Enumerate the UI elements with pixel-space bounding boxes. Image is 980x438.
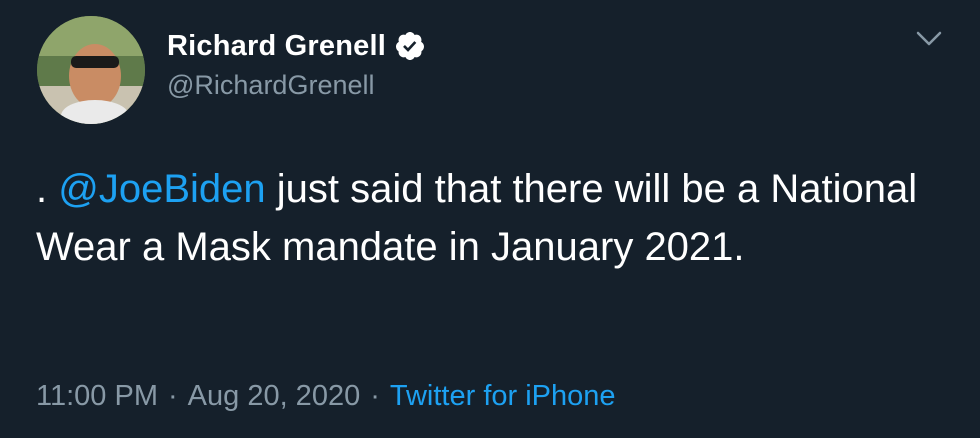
- tweet-date[interactable]: Aug 20, 2020: [188, 380, 361, 412]
- avatar[interactable]: [37, 16, 145, 124]
- tweet-card: Richard Grenell @RichardGrenell . @JoeBi…: [0, 0, 980, 438]
- tweet-time[interactable]: 11:00 PM: [36, 380, 158, 412]
- meta-separator: ·: [167, 380, 178, 412]
- tweet-text: . @JoeBiden just said that there will be…: [36, 160, 956, 276]
- chevron-down-icon[interactable]: [914, 28, 944, 50]
- author-display-name[interactable]: Richard Grenell: [167, 30, 386, 63]
- mention-link[interactable]: @JoeBiden: [58, 167, 265, 211]
- tweet-source-link[interactable]: Twitter for iPhone: [390, 380, 616, 412]
- author-handle[interactable]: @RichardGrenell: [167, 70, 374, 101]
- verified-badge-icon: [394, 30, 426, 62]
- author-name-row: Richard Grenell: [167, 26, 426, 66]
- tweet-meta: 11:00 PM · Aug 20, 2020 · Twitter for iPhone: [36, 380, 616, 413]
- tweet-text-prefix: .: [36, 167, 59, 211]
- meta-separator: ·: [370, 380, 380, 412]
